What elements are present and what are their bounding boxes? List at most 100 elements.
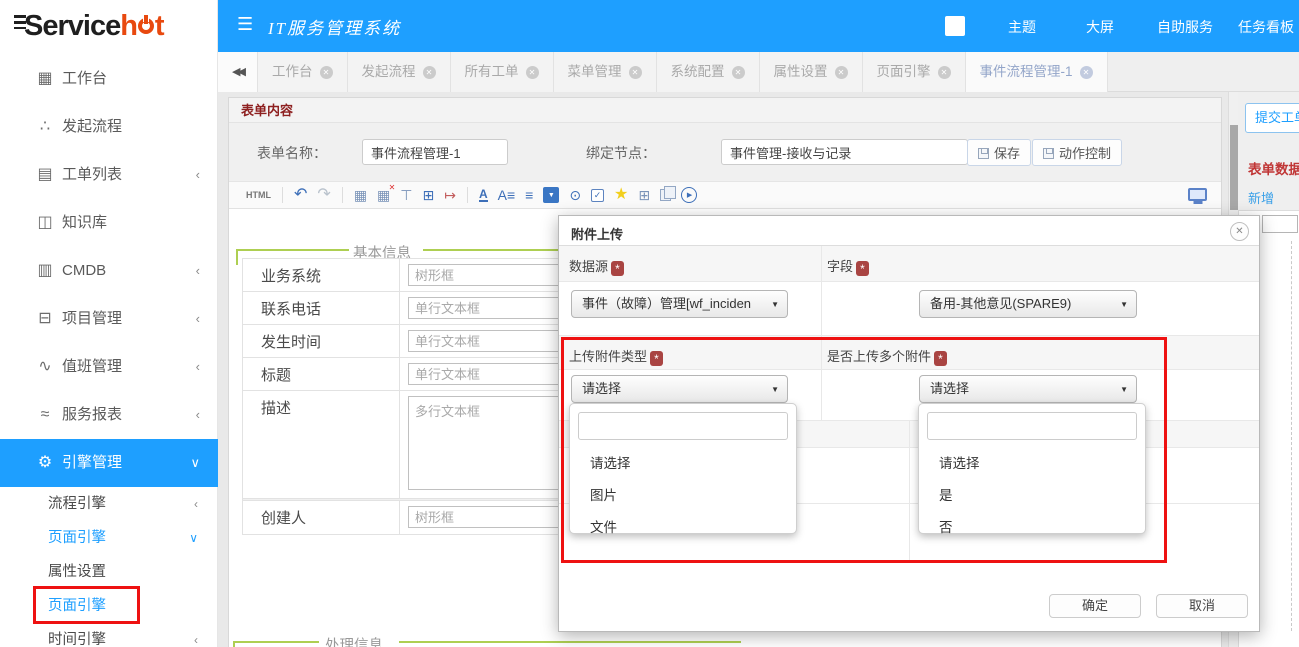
- multiple-attachment-select[interactable]: 请选择▼: [919, 375, 1137, 403]
- sidebar-item-start-process[interactable]: ∴ 发起流程: [0, 103, 218, 151]
- sidebar-item-label: CMDB: [62, 247, 106, 295]
- field-label: 业务系统: [243, 259, 400, 291]
- dropdown-option[interactable]: 文件: [570, 512, 796, 543]
- tab-start-process[interactable]: 发起流程✕: [348, 52, 451, 92]
- dropdown-option[interactable]: 否: [919, 512, 1145, 543]
- checkbox-field-icon[interactable]: ✓: [591, 189, 604, 202]
- sidebar-item-engine-mgmt[interactable]: ⚙ 引擎管理 ∨: [0, 439, 218, 487]
- sidebar-item-workbench[interactable]: ▦ 工作台: [0, 55, 218, 103]
- cancel-button[interactable]: 取消: [1156, 594, 1248, 618]
- header-menu-theme[interactable]: 主题: [1008, 17, 1036, 37]
- sidebar-item-workorder-list[interactable]: ▤ 工单列表 ‹: [0, 151, 218, 199]
- redo-icon[interactable]: ↷: [317, 187, 330, 203]
- add-table-row-icon[interactable]: ⊞: [422, 188, 434, 202]
- sidebar-subitem-time-engine[interactable]: 时间引擎 ‹: [0, 623, 218, 647]
- tab-close-icon[interactable]: ✕: [423, 66, 436, 79]
- avatar-square-icon[interactable]: [945, 16, 965, 36]
- tab-system-config[interactable]: 系统配置✕: [657, 52, 760, 92]
- textarea-field-icon[interactable]: A≡: [498, 188, 516, 202]
- sidebar-item-service-report[interactable]: ≈ 服务报表 ‹: [0, 391, 218, 439]
- save-button[interactable]: 保存: [967, 139, 1031, 166]
- field-label: 创建人: [243, 501, 400, 534]
- tab-label: 页面引擎: [877, 64, 931, 79]
- bind-node-input[interactable]: [721, 139, 968, 165]
- collapse-tabs-button[interactable]: ◀◀: [218, 52, 258, 92]
- header-menu-taskboard[interactable]: 任务看板: [1238, 17, 1294, 37]
- attachment-type-select[interactable]: 请选择▼: [571, 375, 788, 403]
- copy-icon[interactable]: [660, 189, 671, 201]
- modal-close-icon[interactable]: ✕: [1230, 222, 1249, 241]
- sidebar-subitem-property-settings[interactable]: 属性设置: [0, 555, 218, 589]
- action-control-label: 动作控制: [1059, 146, 1111, 161]
- tab-close-icon[interactable]: ✕: [835, 66, 848, 79]
- move-row-icon[interactable]: ↦: [444, 188, 456, 202]
- play-glyph: ▶: [687, 192, 692, 199]
- field-label: 联系电话: [243, 292, 400, 324]
- dropdown-search-input[interactable]: [578, 412, 788, 440]
- tree-node-box[interactable]: [1262, 215, 1298, 233]
- font-underline-icon[interactable]: A: [479, 188, 488, 202]
- section-line: [399, 641, 741, 643]
- dropdown-option[interactable]: 请选择: [919, 448, 1145, 479]
- tab-close-icon[interactable]: ✕: [320, 66, 333, 79]
- dropdown-field-icon[interactable]: ▼: [543, 187, 559, 203]
- radio-field-icon[interactable]: ⊙: [569, 188, 581, 202]
- caret-down-icon: ▼: [1120, 291, 1128, 318]
- sidebar-item-label: 工单列表: [62, 151, 122, 199]
- tab-close-icon[interactable]: ✕: [938, 66, 951, 79]
- tab-page-engine[interactable]: 页面引擎 ✕: [863, 52, 966, 92]
- label-text: 是否上传多个附件: [827, 349, 931, 364]
- add-new-link[interactable]: 新增: [1248, 188, 1274, 207]
- undo-icon[interactable]: ↶: [294, 187, 307, 203]
- play-icon[interactable]: ▶: [681, 187, 697, 203]
- preview-monitor-icon[interactable]: [1188, 188, 1207, 201]
- sidebar-item-cmdb[interactable]: ▥ CMDB ‹: [0, 247, 218, 295]
- tab-close-icon[interactable]: ✕: [732, 66, 745, 79]
- dropdown-option[interactable]: 是: [919, 480, 1145, 511]
- tab-close-icon[interactable]: ✕: [629, 66, 642, 79]
- chevron-left-icon: ‹: [196, 295, 200, 343]
- floppy-icon: [978, 148, 989, 159]
- field-select[interactable]: 备用-其他意见(SPARE9)▼: [919, 290, 1137, 318]
- dropdown-option[interactable]: 图片: [570, 480, 796, 511]
- tab-bar: ◀◀ 工作台✕ 发起流程✕ 所有工单✕ 菜单管理✕ 系统配置✕ 属性设置✕ 页面…: [218, 52, 1299, 92]
- tab-workbench[interactable]: 工作台✕: [258, 52, 348, 92]
- delete-table-icon[interactable]: ▦✕: [377, 188, 390, 202]
- sidebar-subitem-process-engine[interactable]: 流程引擎 ‹: [0, 487, 218, 521]
- sidebar-item-knowledge-base[interactable]: ◫ 知识库: [0, 199, 218, 247]
- sidebar-item-label: 服务报表: [62, 391, 122, 439]
- form-name-input[interactable]: [362, 139, 508, 165]
- book-icon: ◫: [34, 199, 56, 247]
- tab-close-icon[interactable]: ✕: [526, 66, 539, 79]
- multiline-icon[interactable]: ≡: [525, 188, 533, 202]
- header-menu-selfservice[interactable]: 自助服务: [1157, 17, 1213, 37]
- tab-all-workorders[interactable]: 所有工单✕: [451, 52, 554, 92]
- tab-property-settings[interactable]: 属性设置✕: [760, 52, 863, 92]
- header-menu-bigscreen[interactable]: 大屏: [1086, 17, 1114, 37]
- dropdown-option[interactable]: 请选择: [570, 448, 796, 479]
- submit-workorder-button[interactable]: 提交工单: [1245, 103, 1299, 133]
- sidebar-item-label: 项目管理: [62, 295, 122, 343]
- dropdown-search-input[interactable]: [927, 412, 1137, 440]
- ok-button[interactable]: 确定: [1049, 594, 1141, 618]
- insert-table-icon[interactable]: ▦: [354, 188, 367, 202]
- insert-field-icon[interactable]: ⊤: [400, 188, 412, 202]
- datasource-select[interactable]: 事件（故障）管理[wf_inciden▼: [571, 290, 788, 318]
- sidebar-subitem-label: 流程引擎: [48, 487, 106, 521]
- html-source-button[interactable]: HTML: [246, 191, 271, 200]
- tab-event-process-mgmt-1[interactable]: 事件流程管理-1✕: [966, 52, 1108, 92]
- app-root: Serviceht ▦ 工作台 ∴ 发起流程 ▤ 工单列表 ‹ ◫ 知识库 ▥ …: [0, 0, 1299, 647]
- sidebar-subitem-page-engine-2[interactable]: 页面引擎: [0, 589, 218, 623]
- hamburger-menu-icon[interactable]: ☰: [237, 14, 253, 35]
- sidebar-item-duty-mgmt[interactable]: ∿ 值班管理 ‹: [0, 343, 218, 391]
- sidebar-subitem-page-engine[interactable]: 页面引擎 ∨: [0, 521, 218, 555]
- star-rating-icon[interactable]: ★: [614, 187, 628, 203]
- chevron-left-icon: ‹: [194, 487, 198, 521]
- tab-menu-mgmt[interactable]: 菜单管理✕: [554, 52, 657, 92]
- form-data-tab[interactable]: 表单数据: [1248, 158, 1299, 178]
- action-control-button[interactable]: 动作控制: [1032, 139, 1122, 166]
- sidebar-item-project-mgmt[interactable]: ⊟ 项目管理 ‹: [0, 295, 218, 343]
- tab-close-icon[interactable]: ✕: [1080, 66, 1093, 79]
- tree-add-icon[interactable]: ⊞: [638, 188, 650, 202]
- scrollbar-thumb[interactable]: [1230, 125, 1238, 210]
